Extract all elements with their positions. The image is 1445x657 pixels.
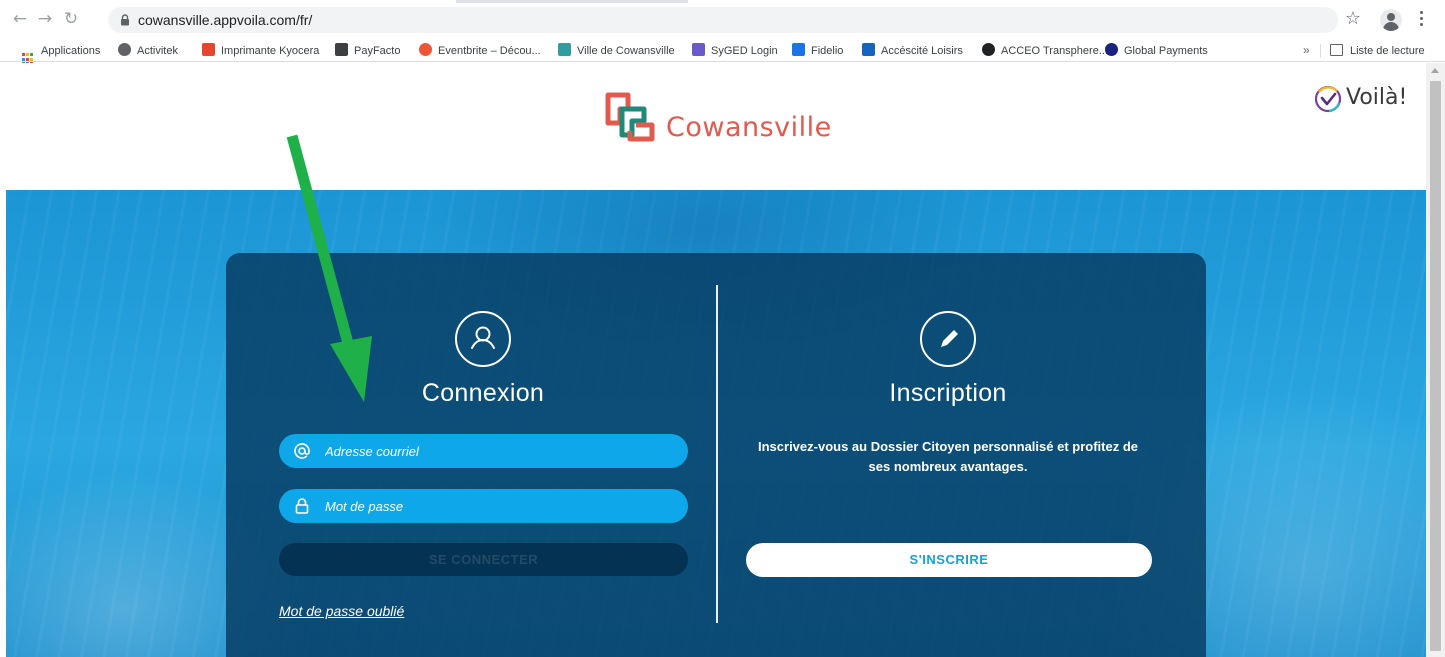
bookmarks-overflow-button[interactable]: »	[1303, 43, 1310, 57]
reading-list-icon	[1330, 44, 1343, 56]
kyocera-icon	[202, 43, 215, 56]
profile-avatar-icon[interactable]	[1380, 9, 1402, 31]
address-bar[interactable]: cowansville.appvoila.com/fr/	[108, 7, 1338, 33]
browser-menu-icon[interactable]	[1418, 10, 1424, 28]
bookmark-label: Activitek	[137, 45, 178, 57]
fidelio-icon	[792, 43, 805, 56]
bookmark-label: PayFacto	[354, 45, 401, 57]
bookmark-kyocera[interactable]: Imprimante Kyocera	[202, 43, 319, 59]
bookmarks-separator	[1320, 44, 1321, 58]
cowansville-logo[interactable]: Cowansville	[602, 87, 862, 147]
scrollbar-thumb[interactable]	[1430, 81, 1441, 651]
password-field[interactable]	[279, 489, 688, 523]
bookmark-payfacto[interactable]: PayFacto	[335, 43, 400, 59]
cowansville-icon	[558, 43, 571, 56]
bookmark-global-payments[interactable]: Global Payments	[1105, 43, 1208, 59]
forgot-password-link[interactable]: Mot de passe oublié	[279, 603, 404, 619]
bookmark-acceo[interactable]: ACCEO Transphere...	[982, 43, 1108, 59]
bookmark-activitek[interactable]: Activitek	[118, 43, 178, 59]
email-input[interactable]	[325, 434, 675, 468]
global-payments-icon	[1105, 43, 1118, 56]
bookmark-label: Applications	[41, 45, 101, 57]
reading-list-button[interactable]: Liste de lecture	[1330, 43, 1425, 59]
bookmark-label: Imprimante Kyocera	[221, 45, 320, 57]
at-sign-icon	[294, 443, 310, 459]
email-field[interactable]	[279, 434, 688, 468]
bookmark-label: Global Payments	[1124, 45, 1208, 57]
bookmark-syged[interactable]: SyGED Login	[692, 43, 778, 59]
bookmark-label: Fidelio	[811, 45, 844, 57]
url-text[interactable]: cowansville.appvoila.com/fr/	[138, 12, 312, 28]
page-scrollbar[interactable]	[1426, 63, 1445, 657]
login-title: Connexion	[421, 379, 545, 407]
reload-icon[interactable]: ↻	[61, 9, 81, 29]
bookmark-label: Accéscité Loisirs	[881, 45, 963, 57]
back-icon[interactable]: ←	[10, 9, 30, 29]
column-divider	[716, 285, 718, 623]
bookmark-accescite[interactable]: Accéscité Loisirs	[862, 43, 963, 59]
logo-text: Cowansville	[666, 112, 832, 143]
syged-icon	[692, 43, 705, 56]
activitek-icon	[118, 43, 131, 56]
bookmark-star-icon[interactable]: ☆	[1343, 9, 1363, 29]
bookmark-label: Ville de Cowansville	[577, 45, 675, 57]
padlock-icon	[295, 498, 309, 514]
signup-description: Inscrivez-vous au Dossier Citoyen person…	[758, 439, 1138, 474]
bookmark-applications[interactable]: Applications	[22, 43, 101, 66]
pencil-icon	[920, 311, 976, 367]
bookmark-label: Eventbrite – Décou...	[438, 45, 541, 57]
accescite-icon	[862, 43, 875, 56]
acceo-icon	[982, 43, 995, 56]
bookmarks-bar: Applications Activitek Imprimante Kyocer…	[0, 40, 1445, 66]
signup-title: Inscription	[889, 379, 1007, 407]
user-icon	[455, 311, 511, 367]
login-button[interactable]: SE CONNECTER	[279, 543, 688, 576]
signup-button[interactable]: S'INSCRIRE	[746, 543, 1152, 577]
lock-icon	[121, 14, 129, 26]
password-input[interactable]	[325, 489, 675, 523]
cowansville-logo-icon	[605, 92, 655, 142]
bookmark-eventbrite[interactable]: Eventbrite – Décou...	[419, 43, 541, 59]
voila-text: Voilà!	[1346, 85, 1408, 110]
bookmark-cowansville[interactable]: Ville de Cowansville	[558, 43, 675, 59]
forward-icon[interactable]: →	[35, 9, 55, 29]
voila-check-icon	[1314, 85, 1342, 113]
eventbrite-icon	[419, 43, 432, 56]
annotation-arrow-icon	[286, 134, 372, 402]
payfacto-icon	[335, 43, 348, 56]
bookmark-label: ACCEO Transphere...	[1001, 45, 1108, 57]
site-header: Cowansville Voilà!	[6, 63, 1426, 190]
browser-toolbar: ← → ↻ cowansville.appvoila.com/fr/ ☆	[0, 0, 1445, 40]
bookmark-label: SyGED Login	[711, 45, 778, 57]
tab-strip	[456, 0, 688, 3]
scroll-up-arrow-icon[interactable]	[1431, 68, 1439, 73]
bookmark-fidelio[interactable]: Fidelio	[792, 43, 843, 59]
reading-list-label: Liste de lecture	[1350, 45, 1425, 57]
